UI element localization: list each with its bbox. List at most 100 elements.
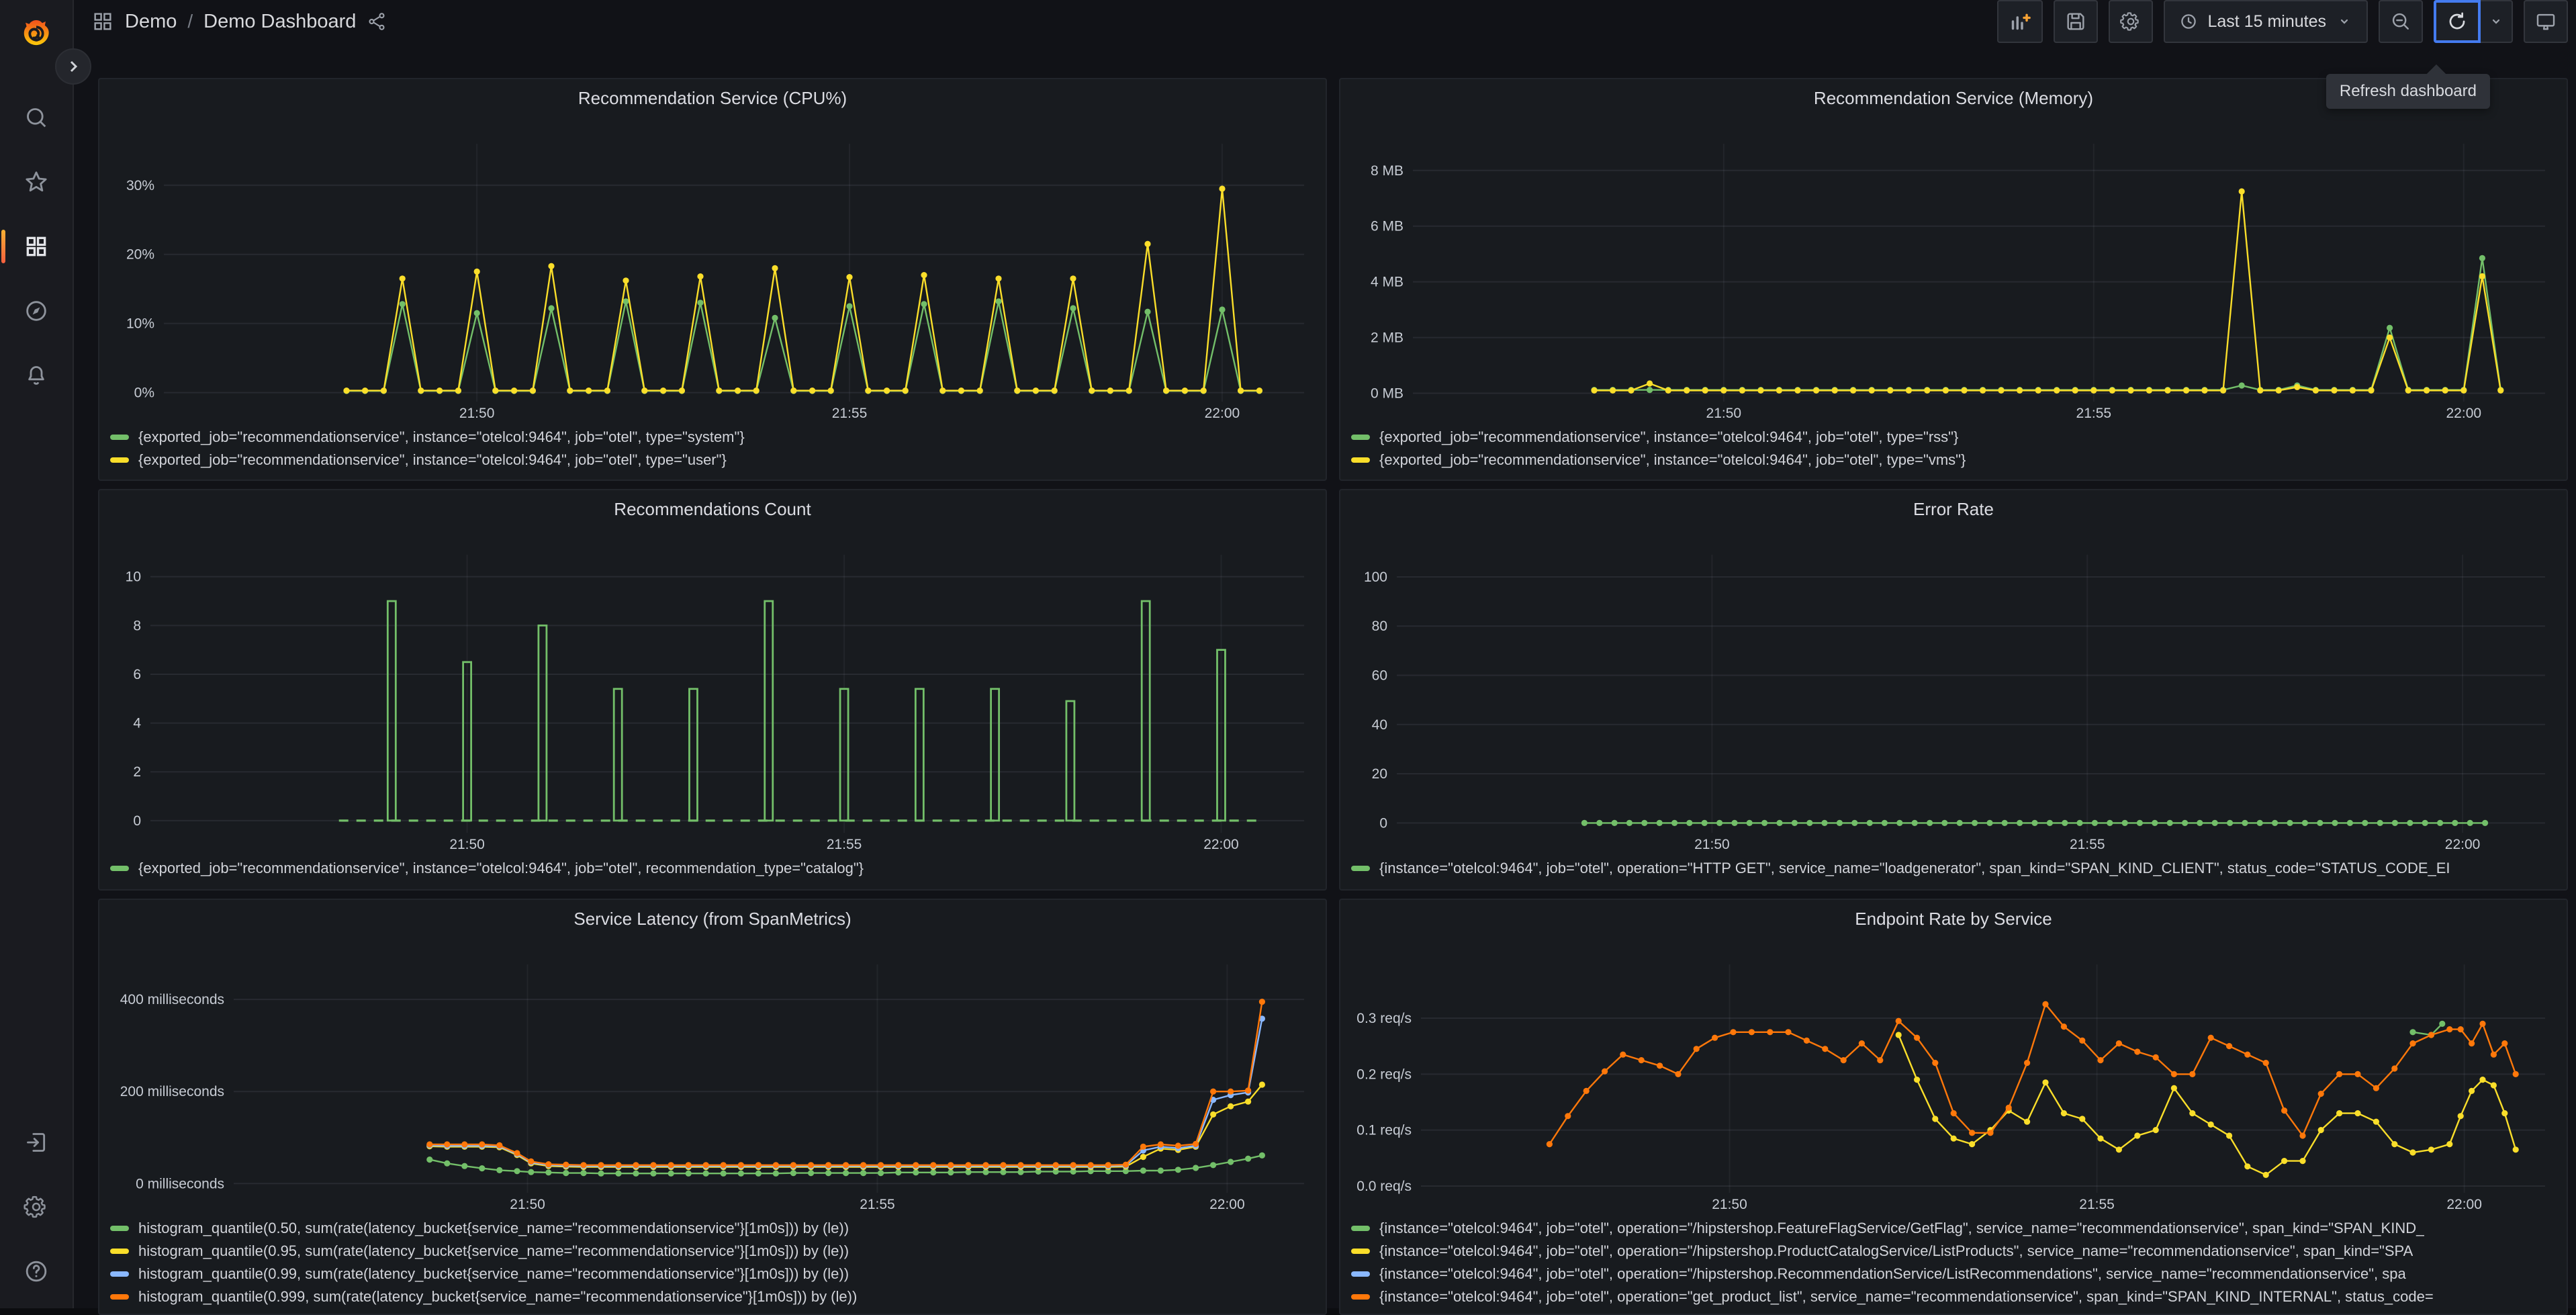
- panel-legend: {exported_job="recommendationservice", i…: [110, 426, 1315, 471]
- time-range-picker[interactable]: Last 15 minutes: [2163, 0, 2368, 43]
- time-range-label: Last 15 minutes: [2207, 11, 2327, 31]
- legend-item[interactable]: histogram_quantile(0.99, sum(rate(latenc…: [110, 1263, 1315, 1285]
- add-panel-icon: [2011, 13, 2031, 30]
- sidebar-item-configuration[interactable]: [9, 1181, 63, 1233]
- breadcrumb-section[interactable]: Demo: [125, 11, 177, 33]
- legend-label: histogram_quantile(0.95, sum(rate(latenc…: [138, 1242, 849, 1259]
- svg-text:30%: 30%: [126, 178, 154, 193]
- legend-item[interactable]: histogram_quantile(0.50, sum(rate(latenc…: [110, 1217, 1315, 1240]
- legend-item[interactable]: {instance="otelcol:9464", job="otel", op…: [1351, 1240, 2556, 1263]
- refresh-icon: [2449, 12, 2465, 30]
- panel-legend: {exported_job="recommendationservice", i…: [1351, 426, 2556, 471]
- grafana-flame-icon: [24, 19, 49, 46]
- svg-text:2: 2: [133, 764, 141, 780]
- svg-text:21:50: 21:50: [449, 837, 485, 852]
- svg-text:22:00: 22:00: [1209, 1197, 1245, 1212]
- legend-item[interactable]: {exported_job="recommendationservice", i…: [1351, 449, 2556, 471]
- svg-text:21:55: 21:55: [860, 1197, 895, 1212]
- legend-label: {exported_job="recommendationservice", i…: [1379, 451, 1966, 468]
- zoom-out-button[interactable]: [2379, 0, 2423, 43]
- legend-item[interactable]: {instance="otelcol:9464", job="otel", op…: [1351, 857, 2556, 880]
- panel-title[interactable]: Error Rate: [1351, 496, 2556, 523]
- svg-text:21:55: 21:55: [827, 837, 862, 852]
- svg-text:20%: 20%: [126, 247, 154, 263]
- breadcrumb-page-title[interactable]: Demo Dashboard: [203, 11, 356, 33]
- svg-text:0 milliseconds: 0 milliseconds: [136, 1176, 224, 1191]
- dashboards-grid-icon: [26, 236, 46, 257]
- series-color-swatch: [110, 435, 129, 440]
- timeseries-plot[interactable]: 21:50 21:55 22:00 0 milliseconds 200 millise…: [110, 932, 1318, 1214]
- timeseries-plot[interactable]: 21:50 21:55 22:00 0 MB 2 MB 4 MB 6 MB 8 MB: [1351, 111, 2559, 423]
- cycle-view-mode-button[interactable]: [2524, 0, 2568, 43]
- grafana-logo[interactable]: [9, 8, 63, 62]
- legend-item[interactable]: {instance="otelcol:9464", job="otel", op…: [1351, 1285, 2556, 1308]
- legend-item[interactable]: histogram_quantile(0.95, sum(rate(latenc…: [110, 1240, 1315, 1263]
- series-color-swatch: [110, 1271, 129, 1277]
- panel-grid: Recommendation Service (CPU%) 21:50 21:55…: [98, 78, 2568, 1315]
- svg-text:21:55: 21:55: [832, 406, 868, 421]
- sidebar-item-search[interactable]: [9, 91, 63, 144]
- star-icon: [26, 171, 47, 192]
- refresh-interval-dropdown[interactable]: [2481, 0, 2513, 43]
- gear-icon: [24, 1195, 46, 1218]
- panel-title[interactable]: Service Latency (from SpanMetrics): [110, 905, 1315, 932]
- legend-label: {exported_job="recommendationservice", i…: [1379, 428, 1959, 445]
- legend-label: {exported_job="recommendationservice", i…: [138, 428, 745, 445]
- svg-text:0.3 req/s: 0.3 req/s: [1356, 1011, 1412, 1026]
- sidebar: [0, 0, 91, 1308]
- sidebar-item-explore[interactable]: [9, 285, 63, 337]
- svg-text:0 MB: 0 MB: [1371, 386, 1404, 402]
- sidebar-nav-bottom: [9, 1116, 63, 1298]
- legend-label: {exported_job="recommendationservice", i…: [138, 860, 864, 876]
- svg-text:21:50: 21:50: [1706, 406, 1742, 421]
- svg-text:0.0 req/s: 0.0 req/s: [1356, 1179, 1412, 1194]
- timeseries-plot[interactable]: 21:50 21:55 22:00 0% 10% 20% 30%: [110, 111, 1318, 423]
- legend-item[interactable]: {exported_job="recommendationservice", i…: [1351, 426, 2556, 449]
- svg-text:0: 0: [133, 813, 141, 829]
- legend-item[interactable]: {exported_job="recommendationservice", i…: [110, 426, 1315, 449]
- legend-item[interactable]: {instance="otelcol:9464", job="otel", op…: [1351, 1217, 2556, 1240]
- legend-item[interactable]: {exported_job="recommendationservice", i…: [110, 449, 1315, 471]
- svg-text:22:00: 22:00: [2446, 406, 2482, 421]
- share-icon[interactable]: [367, 11, 387, 32]
- alerting-bell-icon: [28, 366, 44, 385]
- panel-title[interactable]: Recommendations Count: [110, 496, 1315, 523]
- svg-text:200 milliseconds: 200 milliseconds: [120, 1084, 224, 1099]
- legend-label: {instance="otelcol:9464", job="otel", op…: [1379, 1288, 2434, 1305]
- sidebar-item-dashboards[interactable]: [1, 220, 63, 273]
- legend-label: {instance="otelcol:9464", job="otel", op…: [1379, 1242, 2413, 1259]
- dashboard-settings-button[interactable]: [2108, 0, 2153, 43]
- legend-label: {instance="otelcol:9464", job="otel", op…: [1379, 1265, 2406, 1282]
- timeseries-plot[interactable]: 21:50 21:55 22:00 0.0 req/s 0.1 req/s 0.2 req…: [1351, 932, 2559, 1214]
- legend-item[interactable]: {instance="otelcol:9464", job="otel", op…: [1351, 1263, 2556, 1285]
- svg-text:21:50: 21:50: [1712, 1197, 1747, 1212]
- series-color-swatch: [1351, 1271, 1370, 1277]
- sidebar-item-help[interactable]: [9, 1245, 63, 1298]
- series-color-swatch: [110, 866, 129, 871]
- svg-text:0.2 req/s: 0.2 req/s: [1356, 1067, 1412, 1082]
- save-dashboard-button[interactable]: [2053, 0, 2098, 43]
- panel-legend: {instance="otelcol:9464", job="otel", op…: [1351, 857, 2556, 880]
- help-icon: [26, 1261, 47, 1282]
- panel-title[interactable]: Recommendation Service (CPU%): [110, 85, 1315, 111]
- sidebar-item-alerting[interactable]: [9, 349, 63, 402]
- timeseries-plot[interactable]: 21:50 21:55 22:00 0 2 4 6 8 10: [110, 523, 1318, 854]
- legend-item[interactable]: {exported_job="recommendationservice", i…: [110, 857, 1315, 880]
- settings-gear-icon: [2119, 12, 2139, 31]
- series-color-swatch: [110, 1294, 129, 1300]
- sidebar-expand-button[interactable]: [55, 48, 91, 85]
- panel-service-latency: Service Latency (from SpanMetrics) 21:50…: [98, 899, 1327, 1315]
- timeseries-plot[interactable]: 21:50 21:55 22:00 0 20 40 60 80 100: [1351, 523, 2559, 854]
- sign-in-icon: [27, 1133, 46, 1152]
- legend-label: {exported_job="recommendationservice", i…: [138, 451, 727, 468]
- sidebar-item-starred[interactable]: [9, 156, 63, 208]
- sidebar-item-sign-in[interactable]: [9, 1116, 63, 1169]
- svg-text:8: 8: [133, 618, 141, 633]
- panel-title[interactable]: Endpoint Rate by Service: [1351, 905, 2556, 932]
- panel-legend: {exported_job="recommendationservice", i…: [110, 857, 1315, 880]
- add-panel-button[interactable]: [1996, 0, 2043, 43]
- refresh-dashboard-button[interactable]: [2434, 0, 2481, 43]
- clock-icon: [2180, 14, 2196, 29]
- legend-item[interactable]: histogram_quantile(0.999, sum(rate(laten…: [110, 1285, 1315, 1308]
- svg-text:0%: 0%: [134, 386, 154, 401]
